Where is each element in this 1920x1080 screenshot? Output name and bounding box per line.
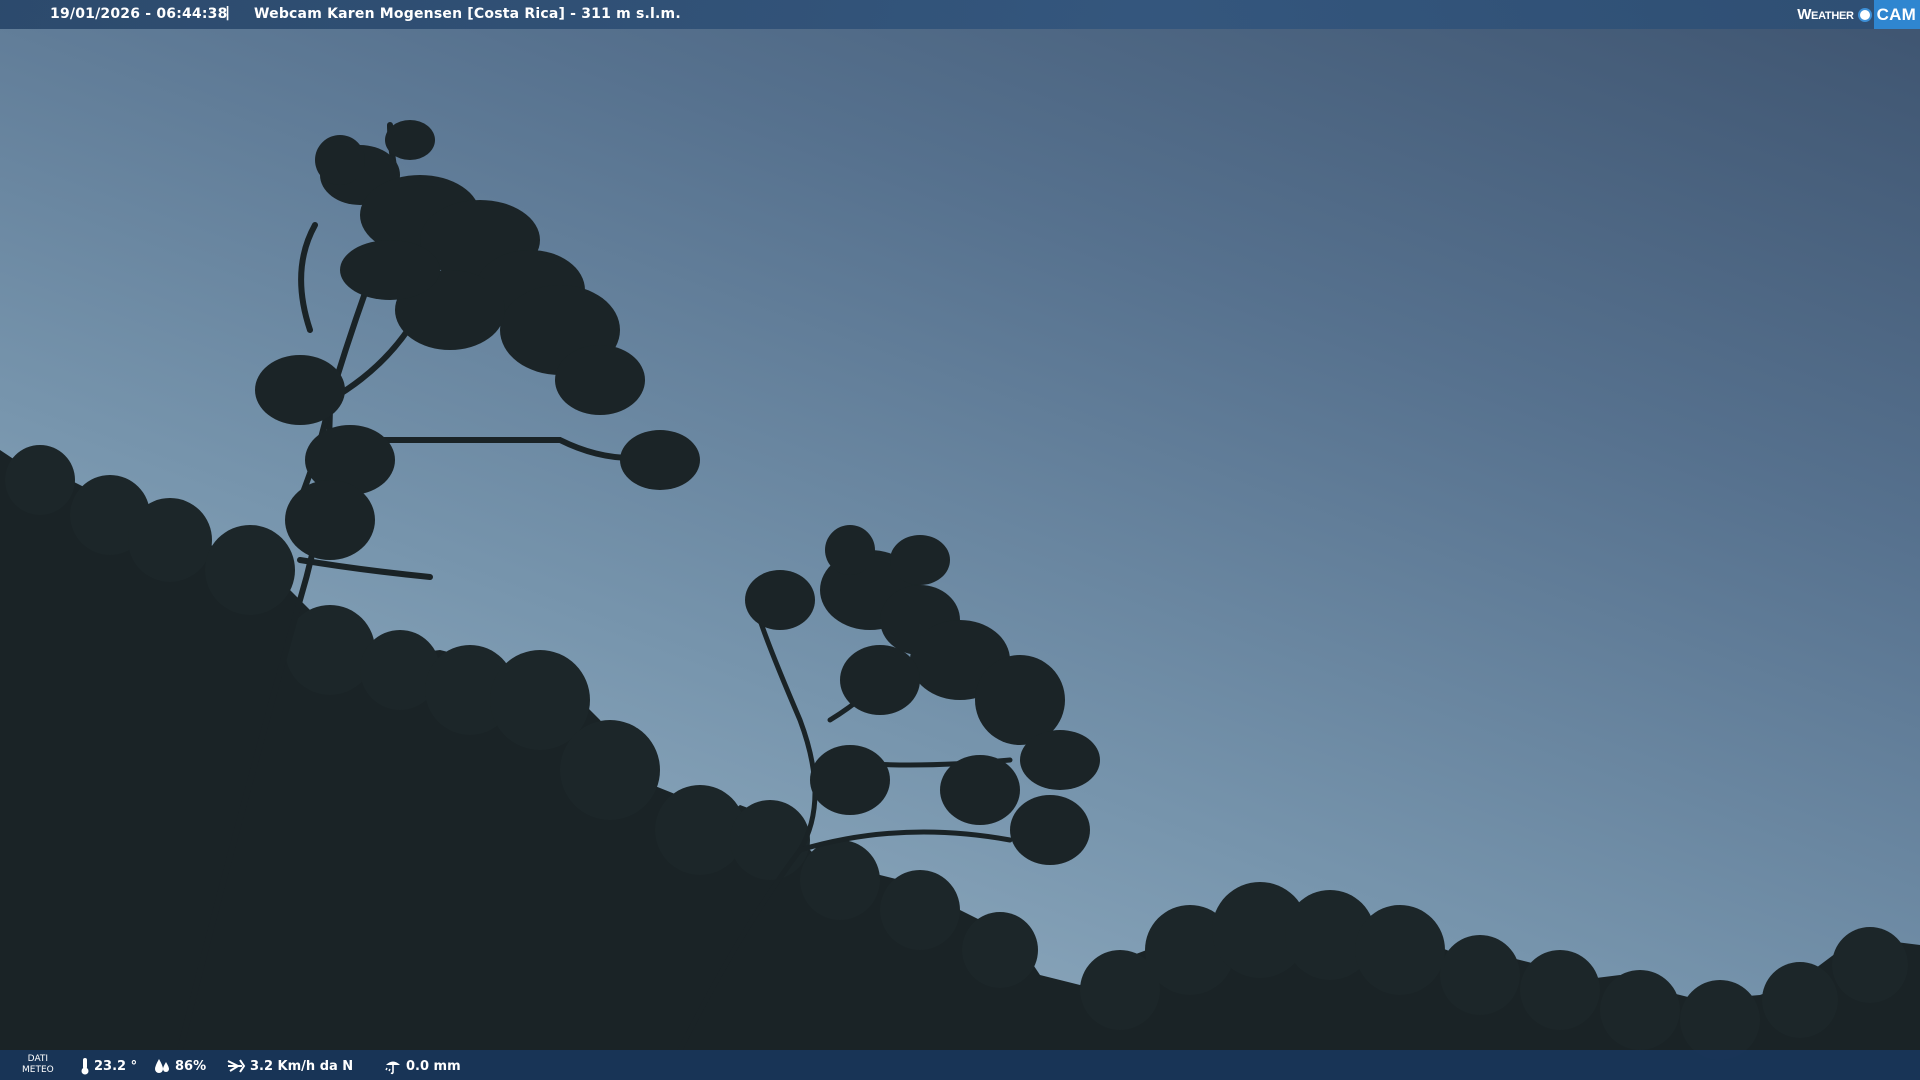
dati-label-line2: METEO <box>22 1065 54 1075</box>
timestamp: 19/01/2026 - 06:44:38 <box>50 6 228 22</box>
header-separator: | <box>225 5 231 21</box>
temperature-reading: 23.2 ° <box>80 1057 137 1075</box>
logo-weather-text: Weather <box>1797 6 1854 23</box>
weather-data-bar: DATI METEO 23.2 ° 86% 3.2 Km/h da N 0.0 … <box>0 1050 1920 1080</box>
humidity-icon <box>155 1059 169 1073</box>
temperature-value: 23.2 ° <box>94 1058 138 1074</box>
rain-gauge-icon <box>385 1061 400 1075</box>
weathercam-logo: Weather CAM <box>1797 0 1920 29</box>
logo-dot-icon <box>1857 7 1872 22</box>
header-bar: 19/01/2026 - 06:44:38 | Webcam Karen Mog… <box>0 0 1920 29</box>
rain-reading: 0.0 mm <box>384 1057 461 1075</box>
rain-value: 0.0 mm <box>406 1058 461 1074</box>
wind-icon <box>227 1059 246 1073</box>
humidity-value: 86% <box>175 1058 207 1074</box>
wind-reading: 3.2 Km/h da N <box>226 1057 353 1075</box>
webcam-image <box>0 0 1920 1080</box>
logo-cam-text: CAM <box>1873 0 1920 29</box>
webcam-viewport: 19/01/2026 - 06:44:38 | Webcam Karen Mog… <box>0 0 1920 1080</box>
dati-meteo-label: DATI METEO <box>22 1054 54 1076</box>
dati-label-line1: DATI <box>27 1054 49 1064</box>
vegetation-silhouette <box>0 120 1920 1080</box>
thermometer-icon <box>81 1058 89 1075</box>
wind-value: 3.2 Km/h da N <box>250 1058 354 1074</box>
humidity-reading: 86% <box>153 1057 206 1075</box>
camera-title: Webcam Karen Mogensen [Costa Rica] - 311… <box>254 6 681 22</box>
